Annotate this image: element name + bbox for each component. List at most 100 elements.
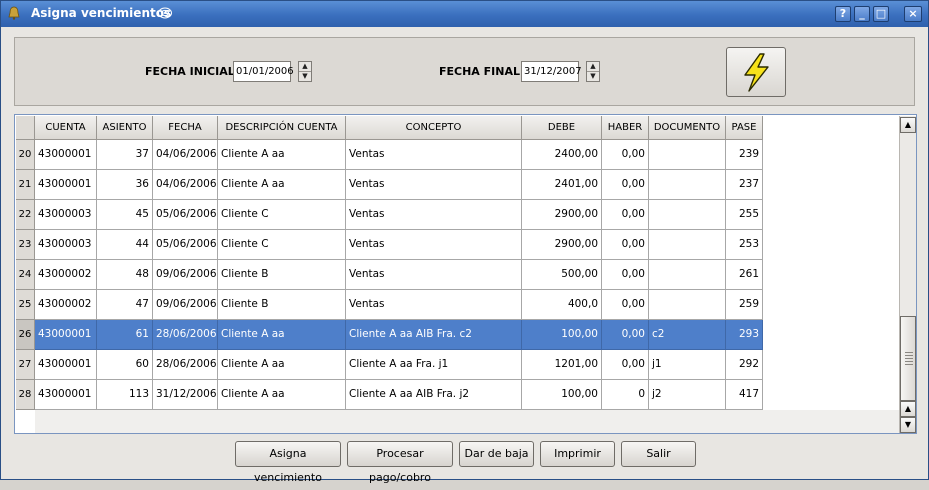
cell-documento[interactable]: j1 xyxy=(649,350,726,380)
cell-concepto[interactable]: Ventas xyxy=(346,170,522,200)
cell-fecha[interactable]: 05/06/2006 xyxy=(153,200,218,230)
scroll-up-icon[interactable]: ▲ xyxy=(900,117,916,133)
column-header-documento[interactable]: DOCUMENTO xyxy=(649,116,726,140)
cell-documento[interactable] xyxy=(649,260,726,290)
table-row[interactable]: 27 43000001 60 28/06/2006 Cliente A aa Client… xyxy=(16,350,763,380)
entries-table[interactable]: CUENTA ASIENTO FECHA DESCRIPCIÓN CUENTA CONC… xyxy=(14,114,917,434)
cell-cuenta[interactable]: 43000002 xyxy=(35,260,97,290)
cell-documento[interactable] xyxy=(649,290,726,320)
cell-documento[interactable] xyxy=(649,140,726,170)
table-row[interactable]: 28 43000001 113 31/12/2006 Cliente A aa Clien… xyxy=(16,380,763,410)
column-header-asiento[interactable]: ASIENTO xyxy=(97,116,153,140)
cell-documento[interactable]: c2 xyxy=(649,320,726,350)
cell-debe[interactable]: 100,00 xyxy=(522,320,602,350)
imprimir-button[interactable]: Imprimir xyxy=(540,441,615,467)
column-header-concepto[interactable]: CONCEPTO xyxy=(346,116,522,140)
spin-down-icon[interactable]: ▼ xyxy=(587,71,599,81)
cell-descripcion[interactable]: Cliente A aa xyxy=(218,170,346,200)
cell-descripcion[interactable]: Cliente A aa xyxy=(218,350,346,380)
cell-fecha[interactable]: 05/06/2006 xyxy=(153,230,218,260)
cell-asiento[interactable]: 36 xyxy=(97,170,153,200)
spin-up-icon[interactable]: ▲ xyxy=(587,62,599,71)
row-number[interactable]: 25 xyxy=(16,290,35,320)
cell-cuenta[interactable]: 43000003 xyxy=(35,200,97,230)
cell-haber[interactable]: 0,00 xyxy=(602,260,649,290)
cell-debe[interactable]: 2900,00 xyxy=(522,230,602,260)
row-number[interactable]: 21 xyxy=(16,170,35,200)
table-row[interactable]: 20 43000001 37 04/06/2006 Cliente A aa Ventas… xyxy=(16,140,763,170)
column-header-descripcion[interactable]: DESCRIPCIÓN CUENTA xyxy=(218,116,346,140)
vertical-scrollbar[interactable]: ▲ ▲ ▼ xyxy=(899,116,916,433)
scroll-thumb[interactable] xyxy=(900,316,916,401)
table-row[interactable]: 21 43000001 36 04/06/2006 Cliente A aa Ventas… xyxy=(16,170,763,200)
cell-haber[interactable]: 0,00 xyxy=(602,200,649,230)
cell-haber[interactable]: 0,00 xyxy=(602,140,649,170)
cell-cuenta[interactable]: 43000001 xyxy=(35,350,97,380)
cell-debe[interactable]: 2400,00 xyxy=(522,140,602,170)
cell-asiento[interactable]: 47 xyxy=(97,290,153,320)
cell-asiento[interactable]: 60 xyxy=(97,350,153,380)
minimize-button[interactable]: _ xyxy=(854,6,870,22)
column-header-fecha[interactable]: FECHA xyxy=(153,116,218,140)
cell-pase[interactable]: 259 xyxy=(726,290,763,320)
cell-debe[interactable]: 1201,00 xyxy=(522,350,602,380)
cell-haber[interactable]: 0,00 xyxy=(602,170,649,200)
salir-button[interactable]: Salir xyxy=(621,441,696,467)
row-number[interactable]: 27 xyxy=(16,350,35,380)
row-number[interactable]: 22 xyxy=(16,200,35,230)
row-number[interactable]: 23 xyxy=(16,230,35,260)
run-filter-button[interactable] xyxy=(726,47,786,97)
cell-concepto[interactable]: Ventas xyxy=(346,230,522,260)
cell-documento[interactable] xyxy=(649,230,726,260)
scroll-up-icon[interactable]: ▲ xyxy=(900,401,916,417)
cell-pase[interactable]: 239 xyxy=(726,140,763,170)
cell-fecha[interactable]: 31/12/2006 xyxy=(153,380,218,410)
table-row[interactable]: 26 43000001 61 28/06/2006 Cliente A aa Client… xyxy=(16,320,763,350)
cell-haber[interactable]: 0 xyxy=(602,380,649,410)
cell-fecha[interactable]: 09/06/2006 xyxy=(153,260,218,290)
cell-pase[interactable]: 255 xyxy=(726,200,763,230)
cell-fecha[interactable]: 04/06/2006 xyxy=(153,170,218,200)
cell-concepto[interactable]: Cliente A aa Fra. j1 xyxy=(346,350,522,380)
cell-haber[interactable]: 0,00 xyxy=(602,230,649,260)
help-button[interactable]: ? xyxy=(835,6,851,22)
cell-fecha[interactable]: 04/06/2006 xyxy=(153,140,218,170)
cell-asiento[interactable]: 45 xyxy=(97,200,153,230)
fecha-final-spinner[interactable]: ▲ ▼ xyxy=(586,61,600,82)
cell-debe[interactable]: 400,0 xyxy=(522,290,602,320)
column-header-haber[interactable]: HABER xyxy=(602,116,649,140)
cell-concepto[interactable]: Ventas xyxy=(346,260,522,290)
cell-pase[interactable]: 237 xyxy=(726,170,763,200)
cell-descripcion[interactable]: Cliente B xyxy=(218,290,346,320)
cell-pase[interactable]: 292 xyxy=(726,350,763,380)
row-number[interactable]: 28 xyxy=(16,380,35,410)
cell-haber[interactable]: 0,00 xyxy=(602,350,649,380)
cell-pase[interactable]: 253 xyxy=(726,230,763,260)
cell-asiento[interactable]: 44 xyxy=(97,230,153,260)
cell-concepto[interactable]: Ventas xyxy=(346,290,522,320)
cell-debe[interactable]: 2900,00 xyxy=(522,200,602,230)
fecha-inicial-spinner[interactable]: ▲ ▼ xyxy=(298,61,312,82)
cell-asiento[interactable]: 61 xyxy=(97,320,153,350)
cell-fecha[interactable]: 28/06/2006 xyxy=(153,320,218,350)
cell-concepto[interactable]: Ventas xyxy=(346,200,522,230)
fecha-inicial-input[interactable]: 01/01/2006 xyxy=(233,61,294,82)
cell-descripcion[interactable]: Cliente C xyxy=(218,230,346,260)
cell-documento[interactable] xyxy=(649,170,726,200)
table-row[interactable]: 25 43000002 47 09/06/2006 Cliente B Ventas 400… xyxy=(16,290,763,320)
row-number[interactable]: 20 xyxy=(16,140,35,170)
asigna-vencimiento-button[interactable]: Asigna vencimiento xyxy=(235,441,341,484)
title-bar[interactable]: Asigna vencimientos ? _ □ × xyxy=(1,1,928,27)
row-number[interactable]: 24 xyxy=(16,260,35,290)
cell-cuenta[interactable]: 43000001 xyxy=(35,170,97,200)
cell-fecha[interactable]: 09/06/2006 xyxy=(153,290,218,320)
cell-descripcion[interactable]: Cliente A aa xyxy=(218,140,346,170)
table-row[interactable]: 22 43000003 45 05/06/2006 Cliente C Ventas 290… xyxy=(16,200,763,230)
column-header-pase[interactable]: PASE xyxy=(726,116,763,140)
cell-asiento[interactable]: 48 xyxy=(97,260,153,290)
procesar-pago-button[interactable]: Procesar pago/cobro xyxy=(347,441,453,484)
cell-concepto[interactable]: Cliente A aa AIB Fra. c2 xyxy=(346,320,522,350)
cell-debe[interactable]: 500,00 xyxy=(522,260,602,290)
cell-cuenta[interactable]: 43000002 xyxy=(35,290,97,320)
column-header-cuenta[interactable]: CUENTA xyxy=(35,116,97,140)
